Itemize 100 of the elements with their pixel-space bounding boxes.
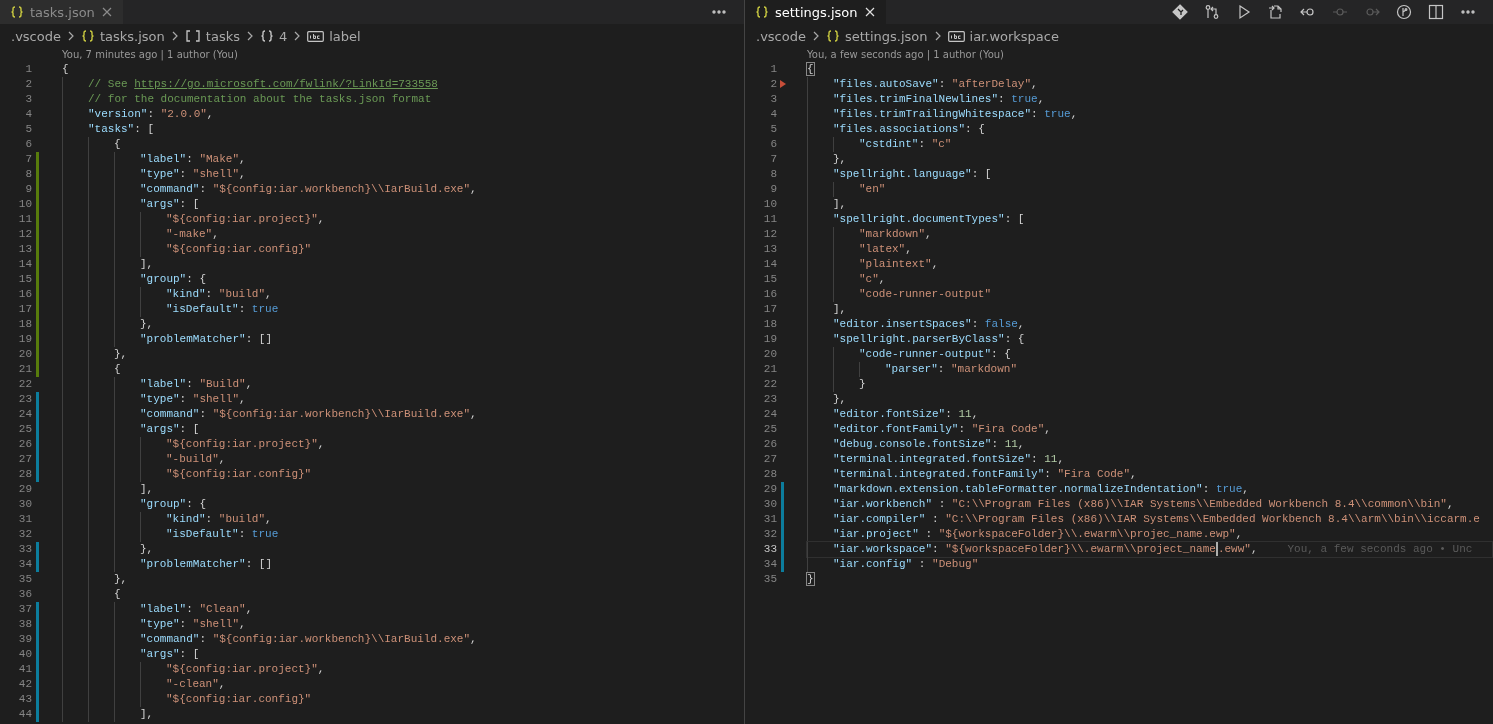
code-line: "code-runner-output" bbox=[859, 287, 992, 302]
change-marker[interactable] bbox=[781, 542, 784, 557]
change-marker[interactable] bbox=[36, 467, 39, 482]
breadcrumb-item[interactable]: .vscode bbox=[11, 28, 61, 44]
line-number: 23 bbox=[17, 392, 32, 407]
line-number: 36 bbox=[17, 587, 32, 602]
breadcrumb-item[interactable]: settings.json bbox=[844, 28, 928, 44]
breadcrumb-item[interactable]: .vscode bbox=[756, 28, 806, 44]
link[interactable]: https://go.microsoft.com/fwlink/?LinkId=733558 bbox=[134, 78, 438, 90]
breadcrumb-item[interactable]: tasks bbox=[205, 28, 240, 44]
change-marker[interactable] bbox=[36, 152, 39, 167]
codelens-text[interactable]: You, a few seconds ago | 1 author (You) bbox=[807, 49, 1005, 60]
breadcrumb-item[interactable]: iar.workspace bbox=[969, 28, 1059, 44]
change-marker[interactable] bbox=[36, 692, 39, 707]
line-number: 18 bbox=[762, 317, 777, 332]
code-line: "debug.console.fontSize": 11, bbox=[833, 437, 1025, 452]
change-marker[interactable] bbox=[36, 362, 39, 377]
line-number: 30 bbox=[762, 497, 777, 512]
line-number: 15 bbox=[762, 272, 777, 287]
change-marker[interactable] bbox=[36, 167, 39, 182]
change-marker[interactable] bbox=[36, 392, 39, 407]
change-marker[interactable] bbox=[36, 287, 39, 302]
code-line: }, bbox=[833, 152, 847, 167]
code-line: "c", bbox=[859, 272, 886, 287]
change-marker[interactable] bbox=[36, 677, 39, 692]
line-number: 35 bbox=[762, 572, 777, 587]
change-marker[interactable] bbox=[781, 527, 784, 542]
breadcrumb-item[interactable]: label bbox=[329, 28, 361, 44]
line-number: 1 bbox=[24, 62, 32, 77]
line-number: 5 bbox=[24, 122, 32, 137]
codelens-text[interactable]: You, 7 minutes ago | 1 author (You) bbox=[62, 49, 238, 60]
editor-tab[interactable]: tasks.json bbox=[0, 0, 123, 24]
change-marker[interactable] bbox=[36, 302, 39, 317]
code-line: "-build", bbox=[166, 452, 226, 467]
change-marker[interactable] bbox=[36, 647, 39, 662]
line-number: 11 bbox=[17, 212, 32, 227]
line-number: 32 bbox=[17, 527, 32, 542]
change-marker[interactable] bbox=[36, 257, 39, 272]
file-arrow-icon[interactable] bbox=[1268, 4, 1284, 20]
code-line: "tasks": [ bbox=[88, 122, 155, 137]
change-marker[interactable] bbox=[36, 662, 39, 677]
change-marker[interactable] bbox=[36, 212, 39, 227]
code-line: "kind": "build", bbox=[166, 512, 272, 527]
circled-branch-icon[interactable] bbox=[1396, 4, 1412, 20]
code-line: "label": "Build", bbox=[140, 377, 253, 392]
change-marker[interactable] bbox=[36, 707, 39, 722]
close-icon[interactable] bbox=[863, 6, 876, 18]
change-marker[interactable] bbox=[781, 497, 784, 512]
breadcrumb-item[interactable]: tasks.json bbox=[99, 28, 165, 44]
line-number: 26 bbox=[17, 437, 32, 452]
change-marker[interactable] bbox=[36, 422, 39, 437]
code-line: "command": "${config:iar.workbench}\\IarBuild.exe", bbox=[140, 407, 477, 422]
code-line: "command": "${config:iar.workbench}\\IarBuild.exe", bbox=[140, 182, 477, 197]
line-number: 44 bbox=[17, 707, 32, 722]
code-line: "files.trimTrailingWhitespace": true, bbox=[833, 107, 1078, 122]
change-marker[interactable] bbox=[36, 242, 39, 257]
change-marker[interactable] bbox=[36, 317, 39, 332]
change-marker[interactable] bbox=[36, 557, 39, 572]
line-number: 34 bbox=[762, 557, 777, 572]
code-line: "terminal.integrated.fontSize": 11, bbox=[833, 452, 1065, 467]
line-number: 33 bbox=[17, 542, 32, 557]
line-number: 8 bbox=[769, 167, 777, 182]
editor-tab[interactable]: settings.json bbox=[745, 0, 886, 24]
change-marker[interactable] bbox=[36, 197, 39, 212]
change-marker[interactable] bbox=[781, 512, 784, 527]
code-line: "isDefault": true bbox=[166, 527, 279, 542]
change-marker[interactable] bbox=[781, 482, 784, 497]
code-line: "iar.workbench" : "C:\\Program Files (x86)\\IAR Systems\\Embedded Workbench 8.4\\common\\bin", bbox=[833, 497, 1454, 512]
change-marker[interactable] bbox=[36, 347, 39, 362]
change-marker[interactable] bbox=[781, 557, 784, 572]
line-number: 33 bbox=[762, 542, 777, 557]
change-marker[interactable] bbox=[36, 617, 39, 632]
code-line: { bbox=[114, 137, 121, 152]
line-number: 6 bbox=[24, 137, 32, 152]
line-number: 17 bbox=[17, 302, 32, 317]
code-line: ], bbox=[833, 197, 847, 212]
split-editor-icon[interactable] bbox=[1428, 4, 1444, 20]
code-line: "label": "Make", bbox=[140, 152, 246, 167]
change-marker[interactable] bbox=[36, 272, 39, 287]
change-marker[interactable] bbox=[36, 632, 39, 647]
change-marker[interactable] bbox=[36, 227, 39, 242]
line-number: 15 bbox=[17, 272, 32, 287]
change-marker[interactable] bbox=[36, 182, 39, 197]
change-marker[interactable] bbox=[36, 602, 39, 617]
change-marker[interactable] bbox=[36, 452, 39, 467]
line-number: 19 bbox=[762, 332, 777, 347]
play-icon[interactable] bbox=[1236, 4, 1252, 20]
breadcrumb-item[interactable]: 4 bbox=[278, 28, 288, 44]
line-number: 13 bbox=[17, 242, 32, 257]
compare-icon[interactable] bbox=[1204, 4, 1220, 20]
code-line: "${config:iar.project}", bbox=[166, 437, 325, 452]
code-line: "group": { bbox=[140, 272, 207, 287]
line-number: 28 bbox=[762, 467, 777, 482]
deleted-marker-icon[interactable] bbox=[780, 80, 786, 88]
change-marker[interactable] bbox=[36, 407, 39, 422]
change-marker[interactable] bbox=[36, 542, 39, 557]
change-marker[interactable] bbox=[36, 437, 39, 452]
diamond-icon[interactable] bbox=[1172, 4, 1188, 20]
change-marker[interactable] bbox=[36, 332, 39, 347]
line-number: 2 bbox=[24, 77, 32, 92]
